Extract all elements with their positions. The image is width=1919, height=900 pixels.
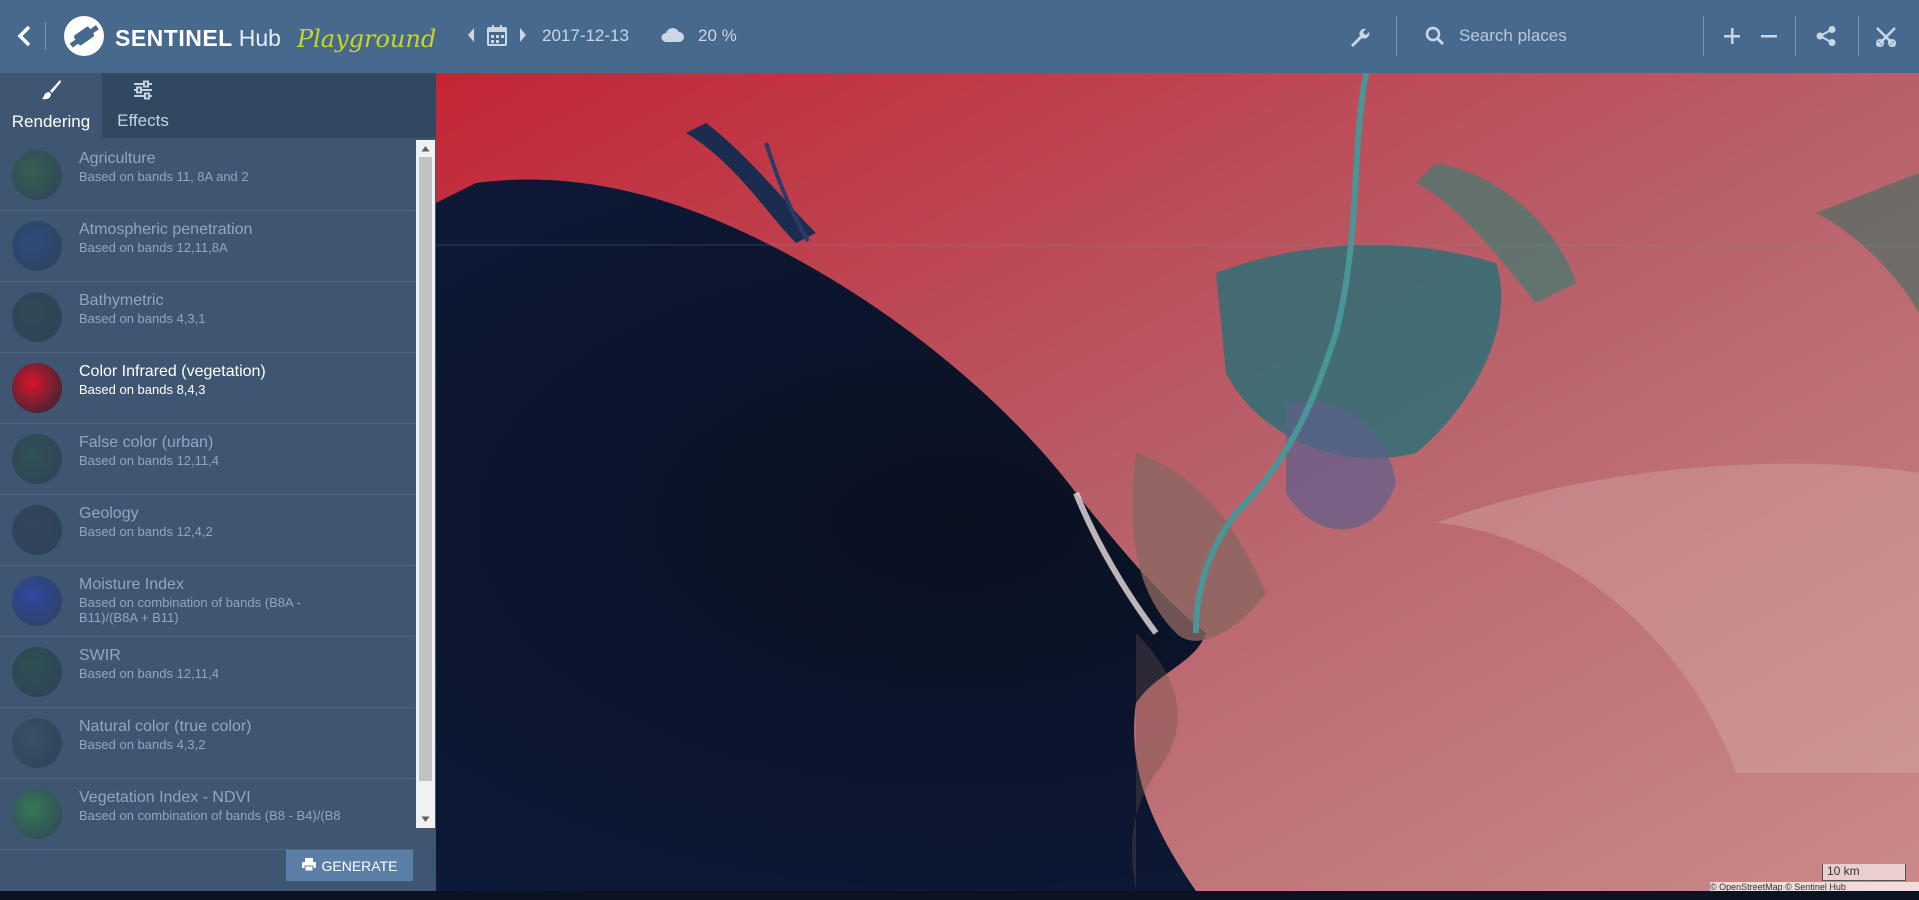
divider [1858, 16, 1859, 56]
layer-description: Based on bands 11, 8A and 2 [79, 169, 249, 184]
layer-title: Bathymetric [79, 292, 164, 309]
back-icon[interactable] [14, 24, 36, 48]
tab-label: Rendering [11, 112, 91, 131]
generate-label: GENERATE [321, 857, 398, 874]
layer-description: Based on bands 12,4,2 [79, 524, 213, 539]
tab-rendering[interactable]: Rendering [0, 73, 102, 138]
sliders-icon [133, 80, 153, 111]
generate-button[interactable]: GENERATE [286, 850, 413, 881]
layer-item[interactable]: Geology Based on bands 12,4,2 [0, 495, 415, 566]
top-toolbar: SENTINEL Hub Playground 2017-12-13 20 % … [0, 0, 1919, 73]
divider [1795, 16, 1796, 56]
layer-title: Atmospheric penetration [79, 221, 253, 238]
layer-title: Vegetation Index - NDVI [79, 789, 251, 806]
layer-title: Natural color (true color) [79, 718, 252, 735]
search-input[interactable]: Search places [1459, 26, 1689, 46]
layer-item[interactable]: Atmospheric penetration Based on bands 12… [0, 211, 415, 282]
layer-thumbnail [12, 505, 62, 555]
map-scale-bar: 10 km [1822, 864, 1906, 881]
layer-item[interactable]: Moisture Index Based on combination of ba… [0, 566, 415, 637]
layer-title: Color Infrared (vegetation) [79, 363, 266, 380]
layer-thumbnail [12, 789, 62, 839]
layer-description: Based on bands 12,11,8A [79, 240, 228, 255]
prev-date-icon[interactable] [466, 27, 476, 43]
scroll-up-icon[interactable] [421, 145, 430, 152]
satellite-imagery [436, 73, 1919, 891]
layer-description: Based on bands 12,11,4 [79, 453, 219, 468]
next-date-icon[interactable] [518, 27, 528, 43]
cloud-icon [660, 25, 684, 43]
layer-title: SWIR [79, 647, 121, 664]
cloud-coverage-value[interactable]: 20 % [698, 26, 737, 46]
layer-item[interactable]: Natural color (true color) Based on bands… [0, 708, 415, 779]
zoom-in-icon[interactable] [1722, 26, 1742, 46]
layer-description: Based on combination of bands (B8A - B11… [79, 595, 301, 625]
layer-description: Based on bands 4,3,2 [79, 737, 206, 752]
layer-thumbnail [12, 718, 62, 768]
layer-item[interactable]: SWIR Based on bands 12,11,4 [0, 637, 415, 708]
divider [1396, 16, 1397, 56]
wrench-icon[interactable] [1348, 26, 1370, 48]
brand-tag: Playground [296, 24, 437, 53]
layer-item[interactable]: Vegetation Index - NDVI Based on combinat… [0, 779, 415, 850]
layer-description: Based on bands 4,3,1 [79, 311, 206, 326]
scrollbar-thumb[interactable] [419, 157, 432, 781]
compare-tool-icon[interactable] [1874, 25, 1898, 49]
printer-icon [301, 857, 316, 874]
layer-thumbnail [12, 434, 62, 484]
layer-item[interactable]: Bathymetric Based on bands 4,3,1 [0, 282, 415, 353]
tab-effects[interactable]: Effects [92, 73, 194, 138]
search-icon [1425, 26, 1445, 46]
layer-list: Agriculture Based on bands 11, 8A and 2 At… [0, 140, 415, 900]
layer-title: Geology [79, 505, 139, 522]
brand-word: SENTINEL [115, 25, 233, 51]
layer-item[interactable]: Agriculture Based on bands 11, 8A and 2 [0, 140, 415, 211]
brush-icon [40, 79, 62, 112]
map-view[interactable] [436, 73, 1919, 891]
layer-thumbnail [12, 150, 62, 200]
layer-thumbnail [12, 363, 62, 413]
zoom-out-icon[interactable] [1759, 26, 1779, 46]
layer-description: Based on bands 12,11,4 [79, 666, 219, 681]
layer-thumbnail [12, 292, 62, 342]
divider [45, 22, 46, 50]
map-attribution[interactable]: © OpenStreetMap © Sentinel Hub [1710, 882, 1919, 891]
divider [1703, 16, 1704, 56]
date-value[interactable]: 2017-12-13 [542, 26, 629, 46]
layer-thumbnail [12, 576, 62, 626]
sidebar: Rendering Effects Agriculture Based on ba… [0, 73, 436, 891]
layer-item[interactable]: False color (urban) Based on bands 12,11,… [0, 424, 415, 495]
layer-thumbnail [12, 647, 62, 697]
calendar-icon[interactable] [487, 24, 507, 46]
layer-description: Based on combination of bands (B8 - B4)/… [79, 808, 341, 823]
share-icon[interactable] [1815, 25, 1837, 47]
layer-list-scrollbar[interactable] [416, 140, 435, 828]
sidebar-tabs: Rendering Effects [0, 73, 436, 138]
scroll-down-icon[interactable] [421, 816, 430, 823]
layer-title: Moisture Index [79, 576, 184, 593]
app-logo[interactable]: SENTINEL Hub Playground [62, 14, 436, 63]
layer-thumbnail [12, 221, 62, 271]
layer-item[interactable]: Color Infrared (vegetation) Based on band… [0, 353, 415, 424]
layer-title: False color (urban) [79, 434, 214, 451]
layer-description: Based on bands 8,4,3 [79, 382, 206, 397]
satellite-logo-icon [62, 14, 106, 63]
brand-sub: Hub [238, 25, 281, 51]
tab-label: Effects [117, 111, 169, 130]
layer-title: Agriculture [79, 150, 156, 167]
